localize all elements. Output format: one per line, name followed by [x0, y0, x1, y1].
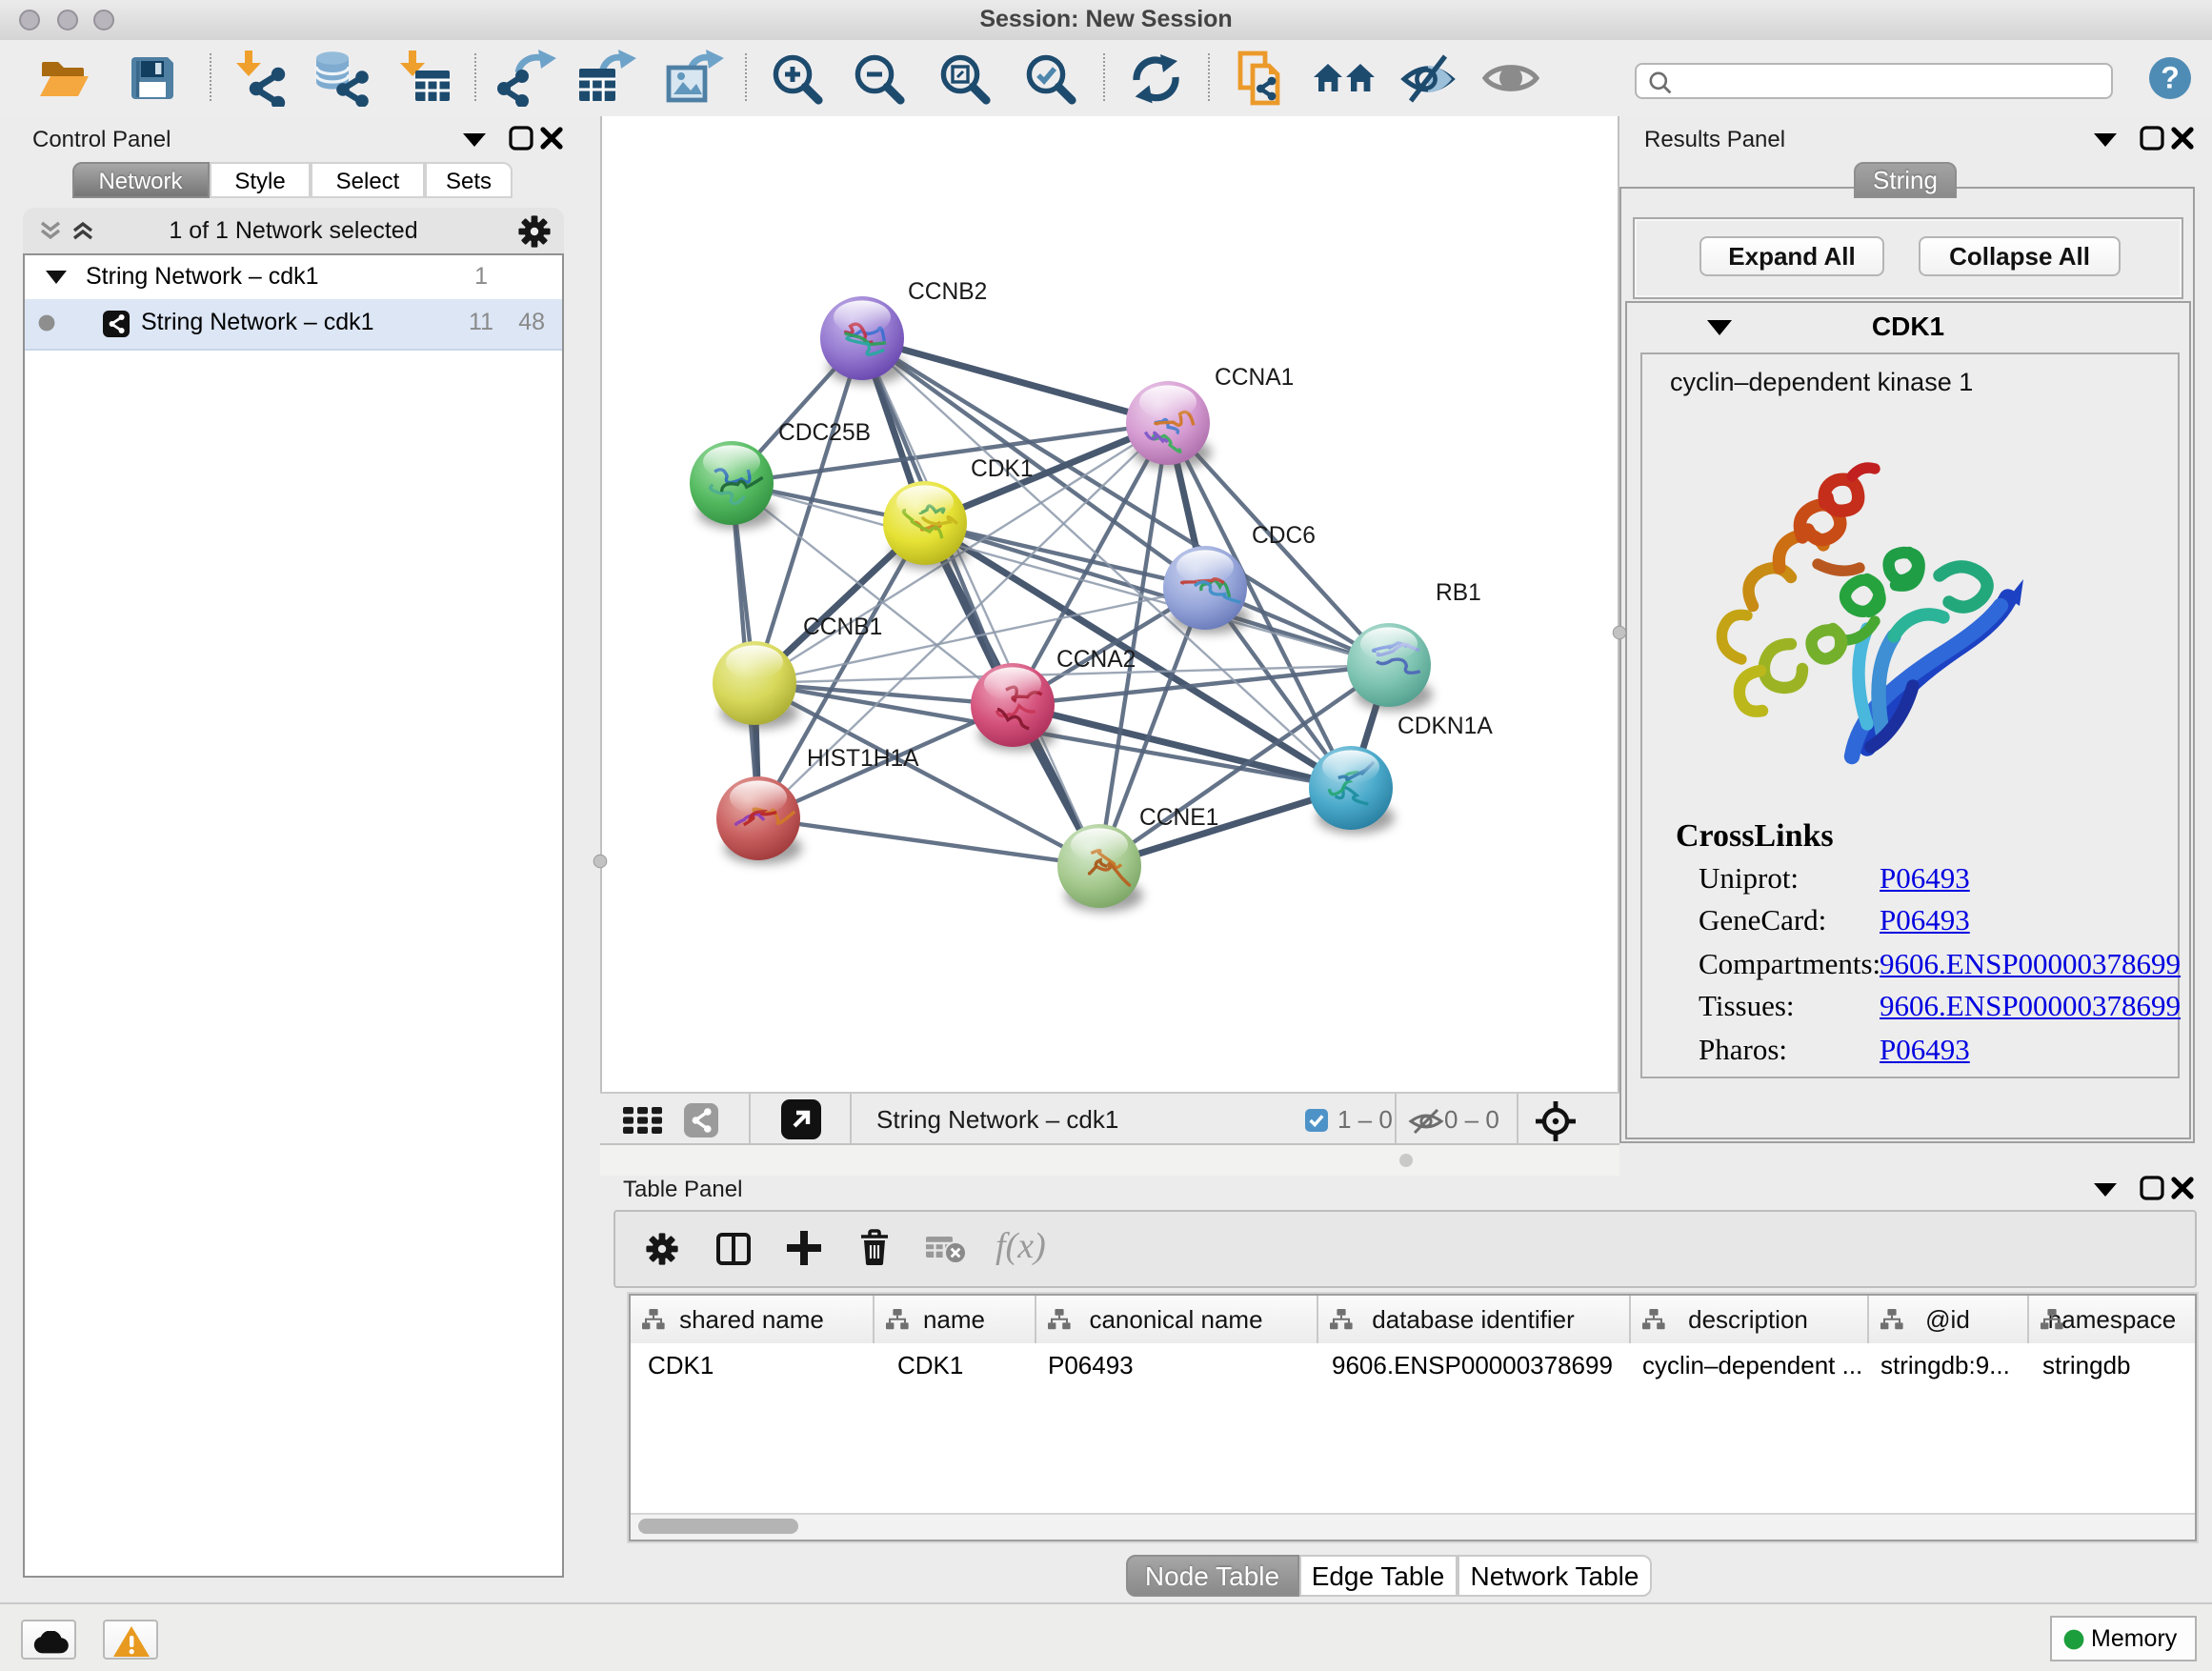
- svg-text:CDK1: CDK1: [971, 456, 1034, 482]
- svg-text:CDC6: CDC6: [1252, 523, 1316, 549]
- svg-text:CDKN1A: CDKN1A: [1398, 714, 1493, 739]
- svg-text:CCNA1: CCNA1: [1215, 365, 1294, 391]
- svg-text:CDC25B: CDC25B: [778, 420, 871, 446]
- svg-text:CCNB1: CCNB1: [803, 614, 882, 640]
- svg-text:CCNE1: CCNE1: [1139, 805, 1218, 831]
- svg-text:?: ?: [2160, 61, 2179, 95]
- svg-text:HIST1H1A: HIST1H1A: [807, 746, 919, 772]
- svg-text:CCNB2: CCNB2: [908, 279, 987, 305]
- svg-text:RB1: RB1: [1436, 580, 1481, 606]
- svg-text:CCNA2: CCNA2: [1056, 647, 1136, 673]
